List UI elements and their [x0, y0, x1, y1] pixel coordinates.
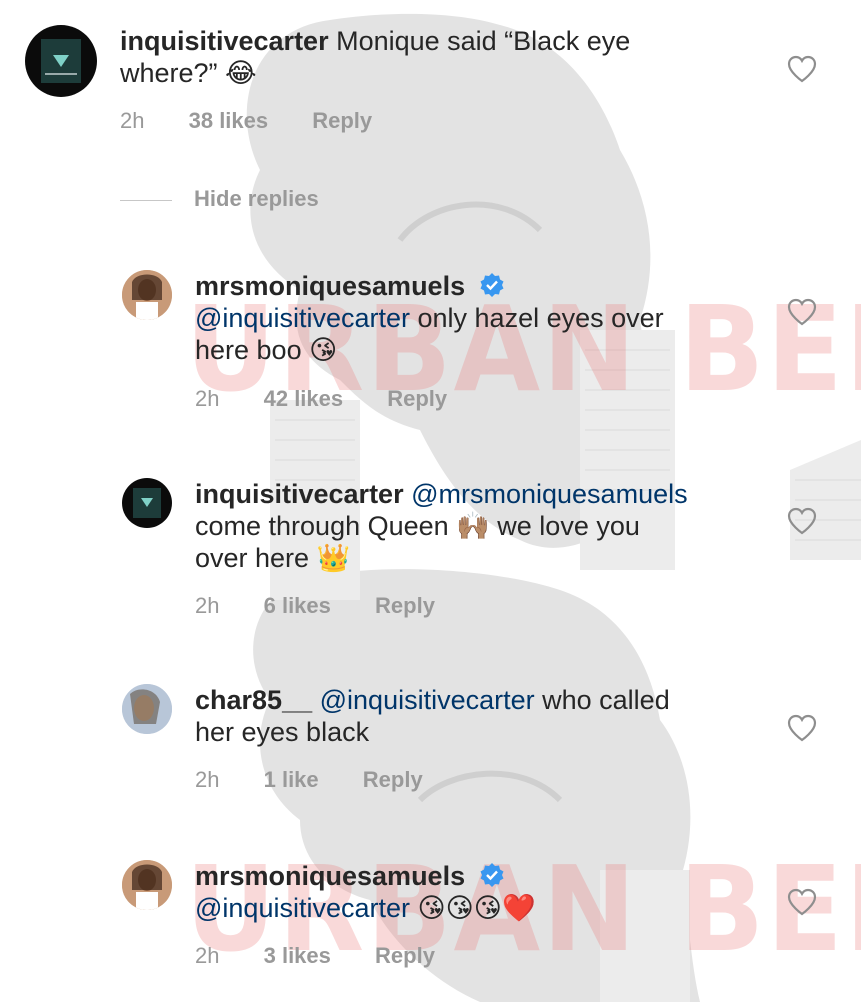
likes-count[interactable]: 6 likes — [264, 593, 331, 618]
heart-icon[interactable] — [787, 714, 817, 742]
mention-link[interactable]: @inquisitivecarter — [320, 685, 535, 715]
timestamp: 2h — [195, 593, 220, 618]
username[interactable]: char85__ — [195, 685, 312, 715]
hide-replies-label: Hide replies — [194, 186, 319, 211]
heart-icon[interactable] — [787, 507, 817, 535]
heart-icon[interactable] — [787, 55, 817, 83]
mention-link[interactable]: @inquisitivecarter — [195, 893, 410, 923]
logo-icon — [41, 39, 81, 83]
mention-link[interactable]: @mrsmoniquesamuels — [411, 479, 688, 509]
avatar[interactable] — [122, 684, 172, 734]
avatar[interactable] — [25, 25, 97, 97]
reply-button[interactable]: Reply — [312, 108, 372, 133]
mention-link[interactable]: @inquisitivecarter — [195, 303, 410, 333]
comment-text: here boo 😘 — [195, 335, 338, 365]
timestamp: 2h — [120, 108, 145, 133]
reply-button[interactable]: Reply — [375, 943, 435, 968]
comment-text: 😘😘😘❤️ — [410, 893, 536, 923]
comment-text: her eyes black — [195, 717, 370, 747]
timestamp: 2h — [195, 386, 220, 411]
comment-text: come through Queen 🙌🏽 we love you — [195, 511, 640, 541]
timestamp: 2h — [195, 943, 220, 968]
likes-count[interactable]: 1 like — [264, 767, 319, 792]
username[interactable]: inquisitivecarter — [120, 26, 329, 56]
comment-text: where?” 😂 — [120, 58, 257, 88]
username[interactable]: mrsmoniquesamuels — [195, 271, 465, 301]
username[interactable]: inquisitivecarter — [195, 479, 404, 509]
reply-button[interactable]: Reply — [387, 386, 447, 411]
avatar[interactable] — [122, 270, 172, 320]
avatar[interactable] — [122, 478, 172, 528]
username[interactable]: mrsmoniquesamuels — [195, 861, 465, 891]
reply-button[interactable]: Reply — [363, 767, 423, 792]
logo-icon — [133, 488, 161, 518]
verified-badge-icon — [480, 273, 504, 297]
profile-photo-icon — [122, 270, 172, 320]
heart-icon[interactable] — [787, 298, 817, 326]
avatar[interactable] — [122, 860, 172, 910]
timestamp: 2h — [195, 767, 220, 792]
profile-photo-icon — [122, 684, 172, 734]
profile-photo-icon — [122, 860, 172, 910]
comment-text: only hazel eyes over — [410, 303, 664, 333]
comment-text: Monique said “Black eye — [328, 26, 631, 56]
reply-button[interactable]: Reply — [375, 593, 435, 618]
verified-badge-icon — [480, 863, 504, 887]
likes-count[interactable]: 3 likes — [264, 943, 331, 968]
comment-text: over here 👑 — [195, 543, 351, 573]
heart-icon[interactable] — [787, 888, 817, 916]
divider — [120, 200, 172, 201]
likes-count[interactable]: 38 likes — [189, 108, 269, 133]
comment-text: who called — [534, 685, 670, 715]
likes-count[interactable]: 42 likes — [264, 386, 344, 411]
